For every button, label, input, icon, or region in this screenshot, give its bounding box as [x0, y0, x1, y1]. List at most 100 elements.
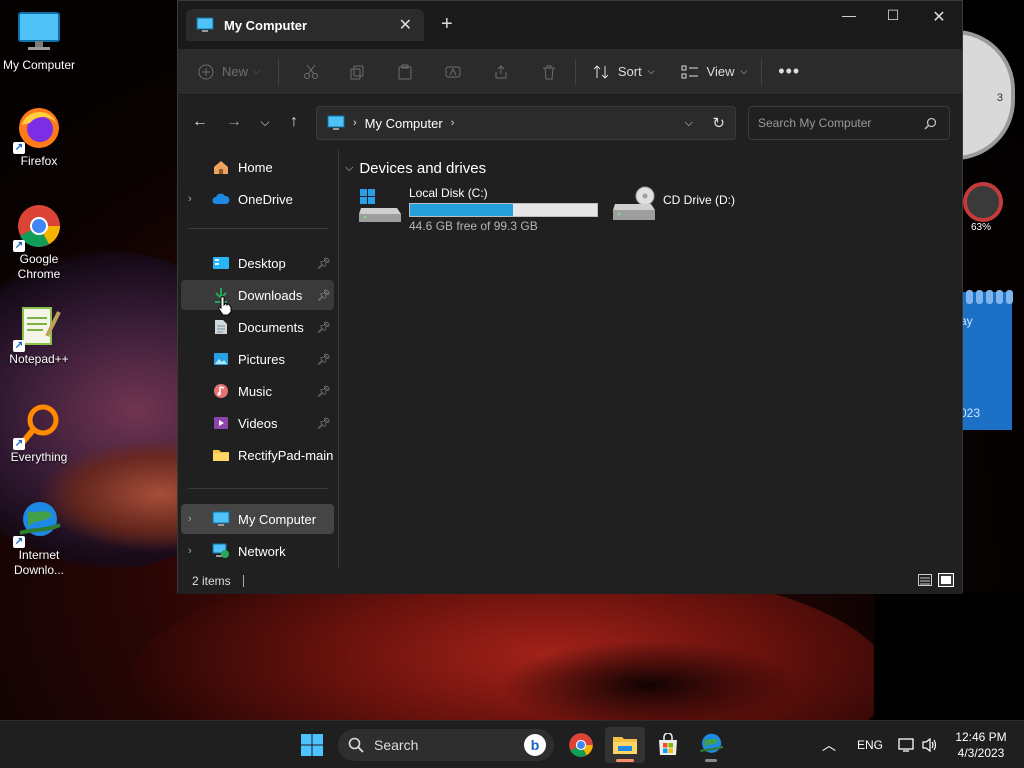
calendar-widget[interactable]: ay 023 — [960, 290, 1013, 430]
chevron-down-icon: ⌵ — [647, 66, 655, 76]
taskbar-clock[interactable]: 12:46 PM 4/3/2023 — [946, 729, 1016, 761]
drive-cd-d[interactable]: CD Drive (D:) — [611, 186, 735, 224]
drive-name: Local Disk (C:) — [409, 186, 488, 200]
hard-drive-windows-icon — [359, 189, 401, 222]
nav-item-desktop[interactable]: Desktop 📌︎ — [181, 248, 334, 278]
status-divider — [242, 575, 244, 587]
start-button[interactable] — [292, 727, 332, 763]
desktop-icon-notepadpp[interactable]: ↗ Notepad++ — [0, 302, 78, 367]
breadcrumb-my-computer[interactable]: My Computer — [365, 116, 443, 131]
new-button[interactable]: New ⌵ — [198, 56, 260, 88]
collapse-chevron-icon[interactable]: ⌵ — [345, 162, 353, 175]
navigation-pane: Home › OneDrive Desktop 📌︎ Downloads 📌︎ … — [178, 150, 338, 568]
nav-item-my-computer[interactable]: › My Computer — [181, 504, 334, 534]
desktop-icon-firefox[interactable]: ↗ Firefox — [0, 104, 78, 169]
nav-item-rectifypad-main[interactable]: RectifyPad-main — [181, 440, 334, 470]
file-explorer-icon — [613, 737, 637, 754]
pin-icon[interactable]: 📌︎ — [317, 385, 331, 398]
forward-button[interactable]: → — [222, 112, 246, 132]
nav-item-downloads[interactable]: Downloads 📌︎ — [181, 280, 334, 310]
taskbar-file-explorer[interactable] — [605, 727, 645, 763]
up-button[interactable]: ↑ — [282, 112, 306, 132]
pin-icon[interactable]: 📌︎ — [317, 289, 331, 302]
taskbar-microsoft-store[interactable] — [648, 727, 688, 763]
taskbar-search[interactable]: Search b — [338, 729, 554, 761]
running-indicator — [705, 759, 717, 762]
nav-label: Home — [238, 159, 273, 175]
nav-item-pictures[interactable]: Pictures 📌︎ — [181, 344, 334, 374]
item-count: 2 items — [192, 574, 231, 588]
nav-item-documents[interactable]: Documents 📌︎ — [181, 312, 334, 342]
group-header-devices[interactable]: ⌵ Devices and drives — [345, 160, 486, 177]
store-icon — [659, 733, 677, 755]
new-tab-button[interactable]: + — [441, 14, 453, 34]
volume-tray-icon[interactable] — [921, 721, 939, 768]
home-icon — [212, 159, 230, 175]
pin-icon[interactable]: 📌︎ — [317, 417, 331, 430]
paste-button[interactable] — [397, 56, 413, 88]
breadcrumb-chevron-icon[interactable]: › — [353, 117, 357, 129]
desktop-icon-chrome[interactable]: ↗ Google Chrome — [0, 202, 78, 282]
taskbar-chrome[interactable] — [561, 727, 601, 763]
drive-local-disk-c[interactable]: Local Disk (C:) 44.6 GB free of 99.3 GB — [357, 186, 598, 233]
desktop-icon-everything[interactable]: ↗ Everything — [0, 400, 78, 465]
copy-button[interactable] — [349, 56, 365, 88]
desktop-icon-my-computer[interactable]: My Computer — [0, 8, 78, 73]
cut-button[interactable] — [303, 56, 319, 88]
recent-locations-button[interactable]: ⌵ — [253, 112, 277, 132]
nav-label: My Computer — [238, 511, 317, 527]
tab-my-computer[interactable]: My Computer ✕ — [186, 9, 424, 41]
share-button[interactable] — [493, 56, 509, 88]
expand-chevron-icon[interactable]: › — [188, 513, 202, 525]
nav-item-network[interactable]: › Network — [181, 536, 334, 566]
close-window-button[interactable]: ✕ — [916, 7, 962, 27]
sort-button[interactable]: Sort ⌵ — [592, 56, 655, 88]
details-view-icon[interactable] — [918, 574, 932, 586]
drive-usage-fill — [410, 204, 514, 216]
breadcrumb-chevron-icon[interactable]: › — [451, 117, 455, 129]
speaker-icon — [922, 737, 937, 753]
view-button[interactable]: View ⌵ — [681, 56, 747, 88]
show-hidden-icons-button[interactable]: ︿ — [822, 721, 836, 768]
close-tab-icon[interactable]: ✕ — [399, 15, 412, 35]
nav-item-home[interactable]: Home — [181, 152, 334, 182]
bing-chat-icon[interactable]: b — [524, 734, 546, 756]
desktop-folder-icon — [212, 255, 230, 271]
minimize-button[interactable]: — — [826, 7, 872, 27]
nav-label: Pictures — [238, 351, 285, 367]
expand-chevron-icon[interactable]: › — [188, 193, 202, 205]
title-bar[interactable]: My Computer ✕ + — ☐ ✕ — [178, 1, 962, 49]
search-icon — [924, 117, 937, 130]
sort-label: Sort — [617, 64, 642, 79]
nav-item-music[interactable]: Music 📌︎ — [181, 376, 334, 406]
pictures-icon — [212, 351, 230, 367]
desktop-icon-label: Notepad++ — [9, 352, 69, 366]
address-bar[interactable]: › My Computer › ⌵ ↻ — [316, 106, 736, 140]
view-label: View — [706, 64, 735, 79]
nav-item-videos[interactable]: Videos 📌︎ — [181, 408, 334, 438]
content-pane[interactable]: ⌵ Devices and drives Local Disk (C:) 44.… — [339, 150, 962, 568]
nav-item-onedrive[interactable]: › OneDrive — [181, 184, 334, 214]
more-options-button[interactable]: ••• — [778, 56, 800, 88]
expand-chevron-icon[interactable]: › — [188, 545, 202, 557]
pin-icon[interactable]: 📌︎ — [317, 257, 331, 270]
pin-icon[interactable]: 📌︎ — [317, 353, 331, 366]
search-box[interactable]: Search My Computer — [748, 106, 950, 140]
language-indicator[interactable]: ENG — [857, 721, 883, 768]
group-header-label: Devices and drives — [359, 160, 487, 177]
taskbar-internet-download-manager[interactable] — [691, 727, 731, 763]
nav-label: Network — [238, 543, 286, 559]
back-button[interactable]: ← — [188, 112, 212, 132]
cpu-gauge-widget[interactable]: 63% — [955, 180, 1010, 240]
large-icons-view-icon[interactable] — [938, 573, 954, 587]
refresh-icon[interactable]: ↻ — [712, 114, 725, 132]
hand-pointer-cursor-icon — [218, 296, 232, 316]
maximize-button[interactable]: ☐ — [870, 7, 916, 27]
network-tray-icon[interactable] — [898, 721, 916, 768]
desktop-icon-internet-download-manager[interactable]: ↗ Internet Downlo... — [0, 498, 78, 578]
rename-button[interactable] — [445, 56, 461, 88]
pin-icon[interactable]: 📌︎ — [317, 321, 331, 334]
address-history-chevron-icon[interactable]: ⌵ — [685, 117, 693, 130]
file-explorer-window[interactable]: My Computer ✕ + — ☐ ✕ New ⌵ Sort ⌵ View … — [177, 0, 963, 594]
delete-button[interactable] — [541, 56, 557, 88]
